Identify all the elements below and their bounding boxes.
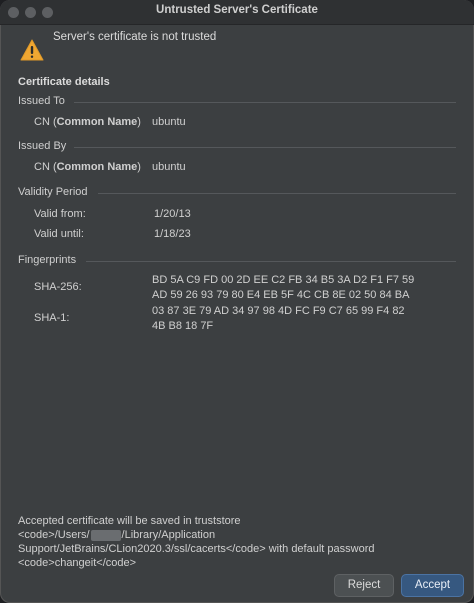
warning-triangle-icon <box>20 39 44 61</box>
window-title: Untrusted Server's Certificate <box>156 4 318 16</box>
certificate-details-heading: Certificate details <box>18 76 110 88</box>
issued-by-cn-label: CN (Common Name) <box>34 161 141 173</box>
redacted-username <box>90 529 121 541</box>
validity-period-label: Validity Period <box>18 186 88 198</box>
issued-to-label: Issued To <box>18 95 65 107</box>
issued-to-separator <box>74 102 456 103</box>
sha1-value: 03 87 3E 79 AD 34 97 98 4D FC F9 C7 65 9… <box>152 305 405 332</box>
fingerprints-label: Fingerprints <box>18 254 77 266</box>
truststore-note: Accepted certificate will be saved in tr… <box>18 515 375 569</box>
issued-by-separator <box>74 147 456 148</box>
fingerprints-separator <box>86 261 456 262</box>
sha256-value: BD 5A C9 FD 00 2D EE C2 FB 34 B5 3A D2 F… <box>152 274 415 301</box>
warning-message: Server's certificate is not trusted <box>53 31 217 43</box>
valid-until-value: 1/18/23 <box>154 228 191 240</box>
title-bar: Untrusted Server's Certificate <box>0 0 474 25</box>
valid-from-label: Valid from: <box>34 208 86 220</box>
reject-button[interactable]: Reject <box>334 574 394 597</box>
issued-by-label: Issued By <box>18 140 67 152</box>
dialog-window: Untrusted Server's Certificate Server's … <box>0 0 474 603</box>
valid-until-label: Valid until: <box>34 228 84 240</box>
accept-button[interactable]: Accept <box>401 574 464 597</box>
validity-separator <box>98 193 456 194</box>
issued-to-cn-value: ubuntu <box>152 116 186 128</box>
issued-by-cn-value: ubuntu <box>152 161 186 173</box>
valid-from-value: 1/20/13 <box>154 208 191 220</box>
sha256-label: SHA-256: <box>34 281 82 293</box>
sha1-label: SHA-1: <box>34 312 70 324</box>
issued-to-cn-label: CN (Common Name) <box>34 116 141 128</box>
